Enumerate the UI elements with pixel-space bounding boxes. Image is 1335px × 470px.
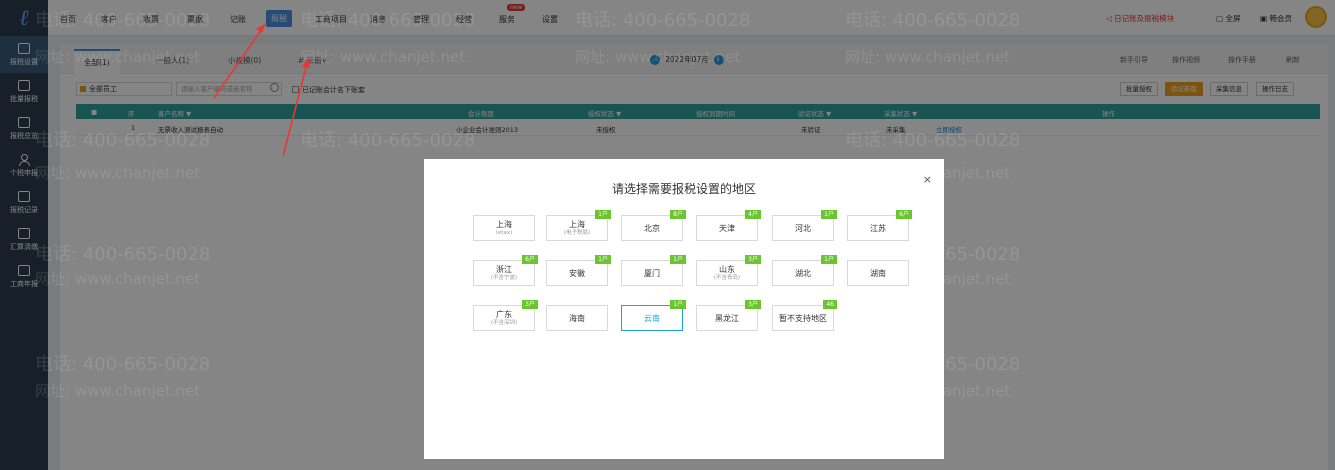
annotation-arrows: [213, 23, 310, 157]
arrow-to-tax-nav: [213, 23, 266, 99]
arrow-to-region-dropdown: [282, 57, 310, 157]
